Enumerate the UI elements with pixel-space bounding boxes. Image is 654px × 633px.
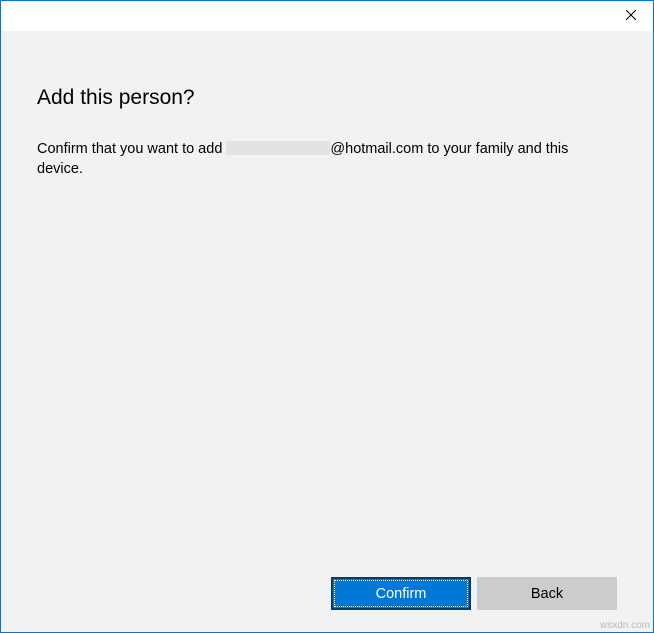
titlebar — [1, 1, 653, 31]
button-row: Confirm Back — [331, 577, 617, 610]
back-button[interactable]: Back — [477, 577, 617, 610]
dialog-heading: Add this person? — [37, 86, 617, 110]
redacted-email-local — [226, 141, 330, 155]
body-prefix: Confirm that you want to add — [37, 141, 226, 157]
dialog-window: Add this person? Confirm that you want t… — [0, 0, 654, 633]
confirm-button[interactable]: Confirm — [331, 577, 471, 610]
watermark: wsxdn.com — [600, 620, 650, 631]
close-icon — [626, 10, 636, 20]
content-area: Add this person? Confirm that you want t… — [1, 31, 653, 632]
dialog-body: Confirm that you want to add @hotmail.co… — [37, 140, 617, 179]
close-button[interactable] — [608, 1, 653, 29]
